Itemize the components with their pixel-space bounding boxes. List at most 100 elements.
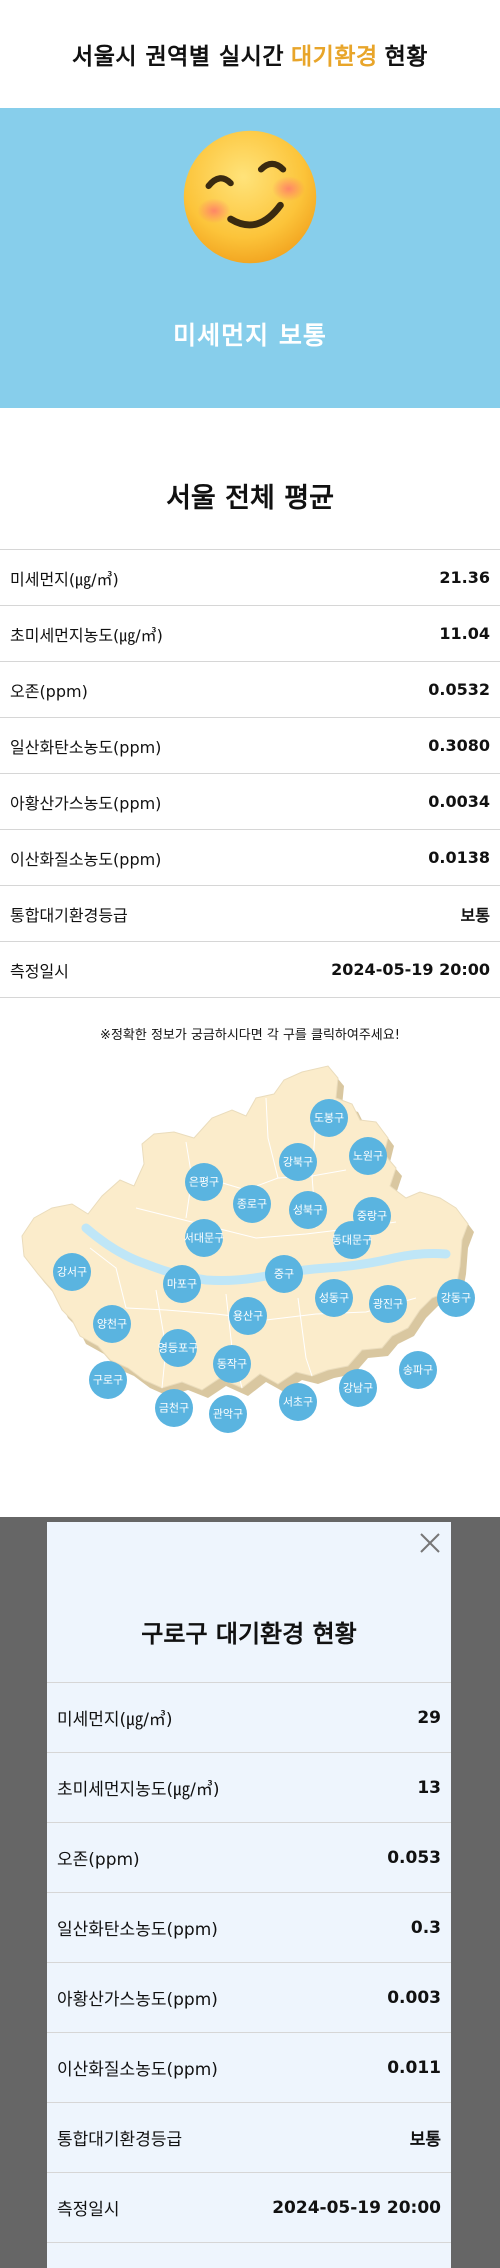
page-title-accent: 대기환경 — [291, 44, 378, 70]
district-marker-label: 강남구 — [343, 1382, 373, 1395]
smiling-face-icon — [183, 130, 317, 264]
district-marker-label: 동작구 — [217, 1358, 247, 1371]
district-marker[interactable]: 서초구 — [279, 1383, 317, 1421]
district-marker-label: 영등포구 — [158, 1342, 198, 1355]
district-marker-label: 관악구 — [213, 1408, 243, 1421]
table-row: 측정일시 2024-05-19 20:00 — [47, 2173, 451, 2243]
district-marker-label: 금천구 — [159, 1401, 189, 1415]
row-label: 통합대기환경등급 — [57, 2130, 183, 2150]
district-marker-label: 구로구 — [93, 1374, 123, 1387]
table-row: 이산화질소농도(ppm) 0.011 — [47, 2033, 451, 2103]
row-label: 오존(ppm) — [57, 1850, 140, 1870]
district-marker-label: 강서구 — [57, 1266, 87, 1279]
row-label: 일산화탄소농도(ppm) — [10, 737, 162, 757]
row-label: 미세먼지(㎍/㎥) — [10, 569, 119, 589]
row-label: 초미세먼지농도(㎍/㎥) — [57, 1780, 220, 1800]
row-label: 이산화질소농도(ppm) — [10, 849, 162, 869]
district-marker[interactable]: 동작구 — [213, 1345, 251, 1383]
seoul-district-map: 도봉구노원구 강북구은평구종로구 성북구 중랑구서대문구 동대문구강서구마포구 중구성동구… — [21, 1065, 475, 1433]
district-marker-label: 광진구 — [373, 1298, 403, 1311]
district-marker[interactable]: 강북구 — [279, 1143, 317, 1181]
page-title-prefix: 서울시 권역별 실시간 — [72, 44, 284, 70]
modal-title: 구로구 대기환경 현황 — [141, 1620, 357, 1648]
modal-table: 미세먼지(㎍/㎥) 29 초미세먼지농도(㎍/㎥) 13 오존(ppm) 0.053 일산화… — [47, 1682, 451, 2243]
row-label: 아황산가스농도(ppm) — [10, 793, 162, 813]
table-row: 아황산가스농도(ppm) 0.003 — [47, 1963, 451, 2033]
district-marker[interactable]: 마포구 — [163, 1265, 201, 1303]
row-value: 29 — [417, 1707, 441, 1728]
close-icon[interactable] — [417, 1530, 443, 1556]
row-value: 2024-05-19 20:00 — [331, 960, 490, 979]
average-section-title: 서울 전체 평균 — [166, 483, 334, 514]
district-marker-label: 강북구 — [283, 1156, 313, 1169]
district-marker-label: 중랑구 — [357, 1210, 387, 1223]
district-marker-label: 동대문구 — [332, 1234, 372, 1247]
air-status-text: 미세먼지 보통 — [173, 321, 327, 350]
district-marker-label: 성동구 — [319, 1292, 349, 1305]
district-marker-label: 성북구 — [293, 1204, 323, 1217]
district-marker-label: 서대문구 — [184, 1232, 224, 1245]
district-marker[interactable]: 중구 — [265, 1255, 303, 1293]
row-label: 측정일시 — [10, 961, 69, 981]
district-marker-label: 강동구 — [441, 1292, 471, 1305]
map-notice: ※정확한 정보가 궁금하시다면 각 구를 클릭하여주세요! — [100, 1028, 400, 1043]
table-row: 통합대기환경등급 보통 — [47, 2103, 451, 2173]
table-row: 일산화탄소농도(ppm) 0.3 — [47, 1893, 451, 1963]
district-marker[interactable]: 강남구 — [339, 1369, 377, 1407]
row-label: 아황산가스농도(ppm) — [57, 1990, 218, 2010]
table-row: 일산화탄소농도(ppm) 0.3080 — [0, 718, 500, 774]
row-label: 일산화탄소농도(ppm) — [57, 1920, 218, 1940]
table-row: 이산화질소농도(ppm) 0.0138 — [0, 830, 500, 886]
average-table: 미세먼지(㎍/㎥) 21.36 초미세먼지농도(㎍/㎥) 11.04 오존(ppm) 0.… — [0, 549, 500, 998]
district-marker-label: 서초구 — [283, 1396, 313, 1409]
row-value: 0.0138 — [428, 848, 490, 867]
district-marker[interactable]: 강서구 — [53, 1253, 91, 1291]
district-marker[interactable]: 도봉구 — [310, 1099, 348, 1137]
page-header: 서울시 권역별 실시간 대기환경 현황 — [0, 0, 500, 108]
district-marker[interactable]: 관악구 — [209, 1395, 247, 1433]
district-marker[interactable]: 구로구 — [89, 1361, 127, 1399]
district-marker-label: 도봉구 — [314, 1112, 344, 1125]
row-value: 13 — [417, 1777, 441, 1798]
district-marker[interactable]: 성북구 — [289, 1191, 327, 1229]
district-marker-label: 마포구 — [167, 1278, 197, 1291]
district-marker[interactable]: 금천구 — [155, 1389, 193, 1427]
district-marker[interactable]: 성동구 — [315, 1279, 353, 1317]
row-value: 0.053 — [387, 1847, 441, 1868]
table-row: 초미세먼지농도(㎍/㎥) 11.04 — [0, 606, 500, 662]
district-detail-modal: 구로구 대기환경 현황 미세먼지(㎍/㎥) 29 초미세먼지농도(㎍/㎥) 13 오존(… — [47, 1522, 451, 2268]
row-label: 측정일시 — [57, 2200, 120, 2220]
district-marker-label: 양천구 — [97, 1317, 127, 1331]
district-marker-label: 중구 — [274, 1268, 294, 1281]
row-label: 통합대기환경등급 — [10, 905, 128, 925]
row-label: 초미세먼지농도(㎍/㎥) — [10, 625, 163, 645]
row-label: 오존(ppm) — [10, 681, 88, 701]
district-marker[interactable]: 광진구 — [369, 1285, 407, 1323]
row-value: 보통 — [409, 2130, 441, 2150]
row-value: 2024-05-19 20:00 — [272, 2197, 441, 2218]
row-value: 보통 — [460, 905, 490, 925]
district-marker[interactable]: 노원구 — [349, 1137, 387, 1175]
row-value: 0.0034 — [428, 792, 490, 811]
district-marker[interactable]: 종로구 — [233, 1185, 271, 1223]
table-row: 측정일시 2024-05-19 20:00 — [0, 942, 500, 998]
row-label: 미세먼지(㎍/㎥) — [57, 1710, 173, 1730]
district-marker[interactable]: 은평구 — [185, 1163, 223, 1201]
row-value: 0.003 — [387, 1987, 441, 2008]
table-row: 오존(ppm) 0.0532 — [0, 662, 500, 718]
row-value: 0.0532 — [428, 680, 490, 699]
district-marker[interactable]: 양천구 — [93, 1305, 131, 1343]
row-value: 0.011 — [387, 2057, 441, 2078]
row-value: 0.3 — [410, 1917, 441, 1938]
row-value: 11.04 — [439, 624, 490, 643]
table-row: 미세먼지(㎍/㎥) 29 — [47, 1683, 451, 1753]
page-title-suffix: 현황 — [384, 44, 428, 70]
district-marker-label: 송파구 — [403, 1364, 433, 1377]
district-marker[interactable]: 용산구 — [229, 1297, 267, 1335]
district-marker[interactable]: 송파구 — [399, 1351, 437, 1389]
table-row: 아황산가스농도(ppm) 0.0034 — [0, 774, 500, 830]
table-row: 통합대기환경등급 보통 — [0, 886, 500, 942]
district-marker[interactable]: 강동구 — [437, 1279, 475, 1317]
district-marker-label: 종로구 — [237, 1198, 267, 1211]
row-value: 0.3080 — [428, 736, 490, 755]
